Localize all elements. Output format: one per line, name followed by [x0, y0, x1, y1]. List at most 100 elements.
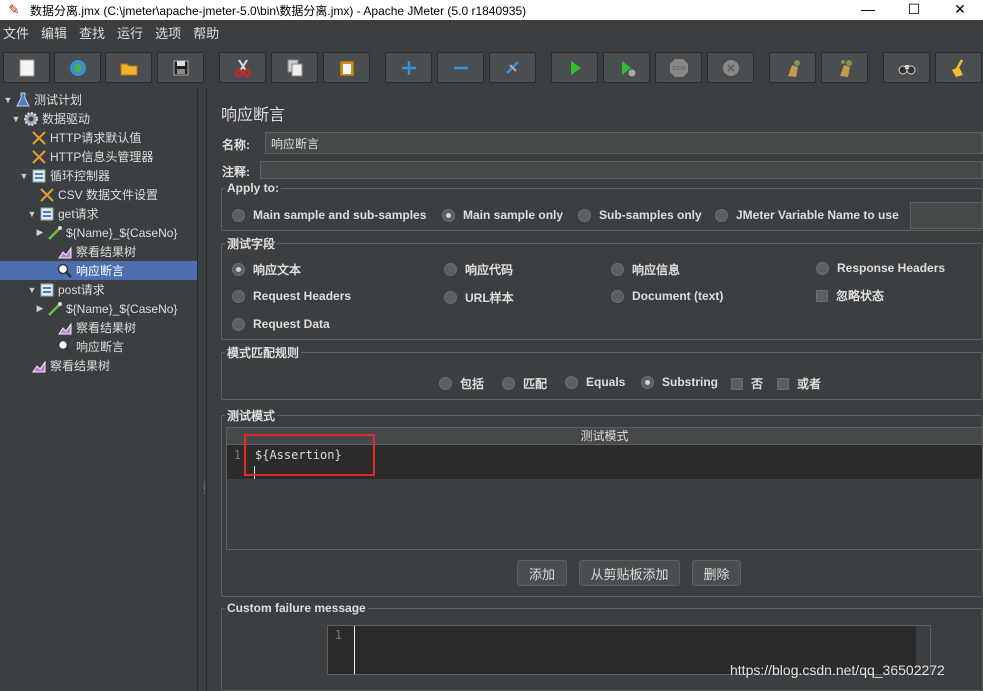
radio-response-code[interactable]: 响应代码 [444, 261, 513, 278]
tree-node-label: 察看结果树 [76, 245, 137, 259]
wrench-icon [31, 149, 47, 165]
paste-button[interactable] [323, 52, 370, 83]
expand-toggle[interactable]: ▼ [3, 95, 13, 105]
new-icon [19, 59, 34, 76]
close-button[interactable]: ✕ [937, 0, 983, 20]
tree-node-header-manager[interactable]: HTTP信息头管理器 [19, 147, 153, 166]
controller-icon [31, 168, 47, 184]
menu-edit[interactable]: 编辑 [38, 23, 73, 42]
chart-icon [57, 244, 73, 260]
radio-response-headers[interactable]: Response Headers [816, 261, 945, 275]
name-field[interactable]: 响应断言 [265, 132, 983, 154]
radio-matches[interactable]: 匹配 [502, 375, 547, 392]
save-button[interactable] [157, 52, 204, 83]
reset-search-button[interactable] [935, 52, 982, 83]
radio-request-headers[interactable]: Request Headers [232, 289, 351, 303]
comment-field[interactable] [260, 161, 983, 179]
tree-node-post-request[interactable]: ▼ post请求 [27, 280, 105, 299]
delete-button[interactable]: 删除 [692, 560, 741, 586]
radio-substring[interactable]: Substring [641, 375, 718, 389]
radio-request-data[interactable]: Request Data [232, 317, 330, 331]
tree-node-http-sampler[interactable]: ▶ ${Name}_${CaseNo} [35, 299, 177, 318]
open-icon [120, 63, 137, 75]
ignore-status-checkbox[interactable]: 忽略状态 [816, 287, 884, 304]
chart-icon [57, 320, 73, 336]
tree-node-label: HTTP请求默认值 [50, 131, 142, 145]
copy-button[interactable] [271, 52, 318, 83]
expand-toggle[interactable]: ▶ [35, 303, 45, 314]
radio-response-message[interactable]: 响应信息 [611, 261, 680, 278]
radio-main-only[interactable]: Main sample only [442, 208, 563, 222]
expand-toggle[interactable]: ▼ [19, 171, 29, 181]
menu-search[interactable]: 查找 [76, 23, 111, 42]
tree-node-results-tree[interactable]: 察看结果树 [19, 356, 110, 375]
plus-icon [401, 60, 416, 75]
tree-node-results-tree[interactable]: 察看结果树 [45, 318, 136, 337]
add-button[interactable]: 添加 [517, 560, 567, 586]
expand-toggle[interactable]: ▼ [27, 285, 37, 295]
tree-node-label: 响应断言 [76, 340, 125, 354]
tree-node-loop-controller[interactable]: ▼ 循环控制器 [19, 166, 110, 185]
wrench-icon [39, 187, 55, 203]
search-button[interactable] [883, 52, 930, 83]
tree-node-response-assertion[interactable]: 响应断言 [45, 337, 124, 356]
expand-button[interactable] [385, 52, 432, 83]
add-from-clipboard-button[interactable]: 从剪贴板添加 [579, 560, 680, 586]
split-pane-divider[interactable]: ⋮ ⋮ [197, 88, 209, 691]
templates-icon [69, 59, 86, 76]
cut-button[interactable] [219, 52, 266, 83]
expand-toggle[interactable]: ▼ [11, 114, 21, 124]
expand-toggle[interactable]: ▼ [27, 209, 37, 219]
tree-node-label: HTTP信息头管理器 [50, 150, 154, 164]
jmeter-feather-icon: ✎ [8, 2, 20, 17]
start-no-pause-button[interactable] [603, 52, 650, 83]
radio-response-text[interactable]: 响应文本 [232, 261, 301, 278]
tree-node-test-plan[interactable]: ▼ 测试计划 [3, 90, 82, 109]
toggle-icon [505, 60, 519, 74]
start-button[interactable] [551, 52, 598, 83]
splitter-grip[interactable]: ⋮ ⋮ [200, 481, 209, 495]
not-checkbox[interactable]: 否 [731, 375, 763, 392]
tree-node-results-tree[interactable]: 察看结果树 [45, 242, 136, 261]
variable-name-field[interactable] [910, 202, 983, 229]
radio-main-and-sub[interactable]: Main sample and sub-samples [232, 208, 426, 222]
menu-run[interactable]: 运行 [114, 23, 149, 42]
radio-document-text[interactable]: Document (text) [611, 289, 723, 303]
radio-contains[interactable]: 包括 [439, 375, 484, 392]
radio-jmeter-variable[interactable]: JMeter Variable Name to use [715, 208, 899, 222]
minimize-button[interactable]: — [845, 0, 891, 20]
patterns-legend: 测试模式 [227, 409, 276, 423]
radio-sub-only[interactable]: Sub-samples only [578, 208, 702, 222]
tree-node-response-assertion-selected[interactable]: 响应断言 [0, 261, 197, 280]
open-button[interactable] [105, 52, 152, 83]
menu-file[interactable]: 文件 [0, 23, 35, 42]
expand-toggle[interactable]: ▶ [35, 227, 45, 238]
clear-all-button[interactable] [821, 52, 868, 83]
broom-all-icon [839, 59, 852, 77]
apply-to-group: Apply to: [221, 181, 983, 231]
shutdown-button[interactable] [707, 52, 754, 83]
or-checkbox[interactable]: 或者 [777, 375, 821, 392]
tree-node-get-request[interactable]: ▼ get请求 [27, 204, 99, 223]
tree-node-http-sampler[interactable]: ▶ ${Name}_${CaseNo} [35, 223, 177, 242]
watermark-text: https://blog.csdn.net/qq_36502272 [730, 662, 945, 678]
play-no-pause-icon [621, 60, 635, 76]
menu-help[interactable]: 帮助 [190, 23, 225, 42]
tree-node-csv-config[interactable]: CSV 数据文件设置 [27, 185, 158, 204]
radio-url-sample[interactable]: URL样本 [444, 289, 514, 306]
radio-dot [232, 289, 245, 303]
templates-button[interactable] [54, 52, 101, 83]
collapse-button[interactable] [437, 52, 484, 83]
menu-options[interactable]: 选项 [152, 23, 187, 42]
tree-node-http-defaults[interactable]: HTTP请求默认值 [19, 128, 141, 147]
tree-node-data-driven[interactable]: ▼ 数据驱动 [11, 109, 90, 128]
clear-button[interactable] [769, 52, 816, 83]
stop-button[interactable]: STOP [655, 52, 702, 83]
new-button[interactable] [3, 52, 50, 83]
radio-dot [232, 317, 245, 331]
toggle-button[interactable] [489, 52, 536, 83]
failure-line[interactable]: 1 [328, 628, 348, 642]
maximize-button[interactable]: ☐ [891, 0, 937, 20]
save-icon [173, 60, 188, 75]
radio-equals[interactable]: Equals [565, 375, 625, 389]
